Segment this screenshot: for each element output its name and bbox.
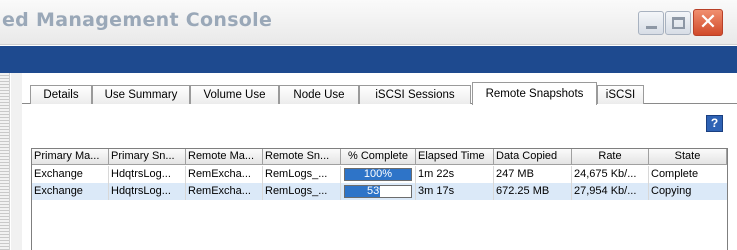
- tab-details[interactable]: Details: [30, 85, 92, 104]
- cell-primary-snapshot: HdqtrsLog...: [109, 183, 186, 200]
- cell-state: Complete: [651, 168, 699, 180]
- minimize-icon: [646, 26, 657, 29]
- cell-remote-management: RemExcha...: [186, 166, 263, 183]
- column-header-remote-snapshot[interactable]: Remote Sn...: [263, 149, 341, 165]
- cell-remote-snapshot: RemLogs_...: [263, 166, 341, 183]
- details-panel: Details Use Summary Volume Use Node Use …: [22, 73, 737, 250]
- maximize-button[interactable]: [665, 11, 691, 35]
- cell-remote-management: RemExcha...: [186, 183, 263, 200]
- cell-percent-complete: 53%: [341, 183, 416, 200]
- tab-volume-use[interactable]: Volume Use: [190, 85, 279, 104]
- progress-bar: 53%: [344, 185, 412, 198]
- column-header-primary-management[interactable]: Primary Ma...: [32, 149, 109, 165]
- left-margin: [11, 73, 22, 250]
- remote-snapshots-table: Primary Ma... Primary Sn... Remote Ma...…: [31, 148, 728, 250]
- column-header-state[interactable]: State: [649, 149, 727, 165]
- close-icon: ✕: [698, 10, 718, 35]
- cell-elapsed-time: 3m 17s: [416, 183, 494, 200]
- tab-strip: Details Use Summary Volume Use Node Use …: [22, 82, 737, 105]
- cell-primary-snapshot: HdqtrsLog...: [109, 166, 186, 183]
- progress-label: 100%: [363, 168, 393, 180]
- window-title: ed Management Console: [2, 9, 273, 31]
- column-header-elapsed-time[interactable]: Elapsed Time: [416, 149, 494, 165]
- cell-primary-management: Exchange: [32, 166, 109, 183]
- cell-elapsed-time: 1m 22s: [416, 166, 494, 183]
- maximize-icon: [672, 17, 685, 29]
- cell-remote-snapshot: RemLogs_...: [263, 183, 341, 200]
- cell-rate: 27,954 Kb/...: [572, 183, 649, 200]
- column-header-data-copied[interactable]: Data Copied: [494, 149, 572, 165]
- cell-data-copied: 247 MB: [494, 166, 572, 183]
- column-header-rate[interactable]: Rate: [572, 149, 649, 165]
- column-header-remote-management[interactable]: Remote Ma...: [186, 149, 263, 165]
- column-header-percent-complete[interactable]: % Complete: [341, 149, 416, 165]
- cell-data-copied: 672.25 MB: [494, 183, 572, 200]
- header-bar: [0, 46, 737, 73]
- progress-label: 53%: [366, 185, 390, 197]
- tab-use-summary[interactable]: Use Summary: [92, 85, 190, 104]
- tab-remote-snapshots[interactable]: Remote Snapshots: [472, 82, 597, 105]
- close-button[interactable]: ✕: [693, 9, 723, 36]
- column-header-primary-snapshot[interactable]: Primary Sn...: [109, 149, 186, 165]
- tab-iscsi[interactable]: iSCSI: [597, 85, 644, 104]
- tab-iscsi-sessions[interactable]: iSCSI Sessions: [359, 85, 471, 104]
- splitter-handle[interactable]: [0, 73, 10, 250]
- progress-bar: 100%: [344, 168, 412, 181]
- minimize-button[interactable]: [638, 11, 664, 35]
- title-bar: ed Management Console ✕: [0, 0, 737, 45]
- table-row[interactable]: Exchange HdqtrsLog... RemExcha... RemLog…: [32, 183, 727, 200]
- cell-rate: 24,675 Kb/...: [572, 166, 649, 183]
- tab-node-use[interactable]: Node Use: [279, 85, 359, 104]
- cell-percent-complete: 100%: [341, 166, 416, 183]
- help-button[interactable]: ?: [706, 115, 723, 132]
- table-row[interactable]: Exchange HdqtrsLog... RemExcha... RemLog…: [32, 166, 727, 183]
- cell-primary-management: Exchange: [32, 183, 109, 200]
- cell-state: Copying: [651, 185, 692, 197]
